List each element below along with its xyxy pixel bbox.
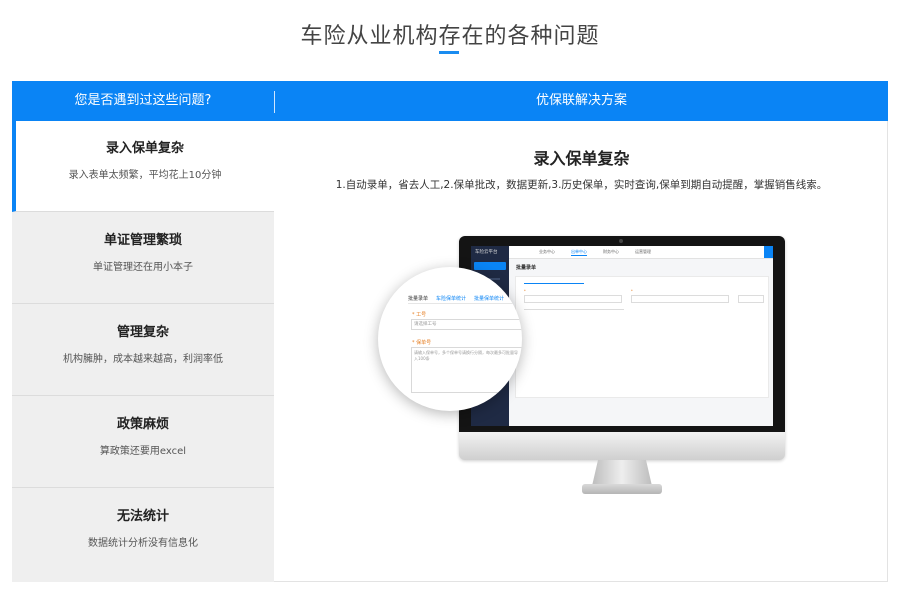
magnifier-tab: 批量录单 bbox=[408, 296, 429, 302]
sidebar-item-title: 无法统计 bbox=[116, 509, 169, 524]
screen-tab: 业务中心 bbox=[539, 249, 555, 254]
magnifier-field1-label: * 工号 bbox=[412, 312, 427, 318]
magnifier-field2-label: * 保单号 bbox=[412, 340, 432, 346]
screen-sidebar-button bbox=[474, 262, 506, 270]
screen-input bbox=[524, 295, 622, 303]
screen-page-title: 批量录单 bbox=[516, 265, 537, 271]
screen-tab: 运营管理 bbox=[635, 249, 651, 254]
monitor-chin bbox=[459, 432, 785, 460]
solution-title: 录入保单复杂 bbox=[533, 149, 630, 168]
screen-topbar: 业务中心 出单中心 财务中心 运营管理 bbox=[509, 246, 773, 259]
magnifier-tab: 车险保单统计 bbox=[436, 296, 467, 302]
screen-form-card: * * bbox=[515, 276, 769, 398]
screen-blue-line bbox=[524, 283, 584, 284]
sidebar-item-desc: 数据统计分析没有信息化 bbox=[88, 538, 198, 549]
sidebar-item-statistics[interactable]: 无法统计 数据统计分析没有信息化 bbox=[12, 489, 274, 580]
magnifier-tab: 批量保单统计 bbox=[474, 296, 505, 302]
magnifier-field1-placeholder: 请选择工号 bbox=[414, 322, 437, 327]
screen-corner-icon bbox=[764, 246, 773, 258]
screen-blue-line bbox=[524, 309, 624, 310]
magnifier-tabs: 批量录单 车险保单统计 批量保单统计 bbox=[408, 295, 512, 302]
sidebar-item-desc: 算政策还要用excel bbox=[99, 446, 187, 457]
screen-input bbox=[738, 295, 764, 303]
screen-tab: 财务中心 bbox=[603, 249, 619, 254]
header-left-label: 您是否遇到过这些问题? bbox=[74, 93, 212, 108]
screen-field-label: * bbox=[631, 289, 633, 293]
screen-field-label: * bbox=[524, 289, 526, 293]
header-bar: 您是否遇到过这些问题? 优保联解决方案 bbox=[12, 81, 888, 121]
problem-sidebar: 录入保单复杂 录入表单太频繁，平均花上10分钟 单证管理繁琐 单证管理还在用小本… bbox=[12, 121, 274, 582]
camera-icon bbox=[619, 239, 623, 243]
sidebar-item-entry[interactable]: 录入保单复杂 录入表单太频繁，平均花上10分钟 bbox=[12, 121, 274, 212]
sidebar-item-title: 管理复杂 bbox=[116, 325, 169, 340]
solution-desc: 1.自动录单，省去人工,2.保单批改，数据更新,3.历史保单，实时查询,保单到期… bbox=[335, 179, 828, 191]
sidebar-item-title: 录入保单复杂 bbox=[105, 141, 184, 156]
page-title: 车险从业机构存在的各种问题 bbox=[300, 24, 600, 49]
sidebar-item-management[interactable]: 管理复杂 机构臃肿，成本越来越高，利润率低 bbox=[12, 305, 274, 396]
magnifier-tab-divider bbox=[408, 303, 522, 304]
screen-tab-active: 出单中心 bbox=[571, 249, 587, 256]
magnifier-callout: 批量录单 车险保单统计 批量保单统计 * 工号 请选择工号 * 保单号 请输入保单号… bbox=[378, 267, 522, 411]
sidebar-item-policy[interactable]: 政策麻烦 算政策还要用excel bbox=[12, 397, 274, 488]
sidebar-item-title: 政策麻烦 bbox=[116, 417, 169, 432]
title-underline bbox=[439, 51, 459, 54]
monitor-stand bbox=[592, 460, 652, 486]
sidebar-item-desc: 单证管理还在用小本子 bbox=[93, 262, 193, 273]
sidebar-item-documents[interactable]: 单证管理繁琐 单证管理还在用小本子 bbox=[12, 213, 274, 304]
sidebar-item-title: 单证管理繁琐 bbox=[103, 233, 182, 248]
screen-brand: 车险云平台 bbox=[475, 250, 498, 255]
monitor-stand-foot bbox=[582, 484, 662, 494]
screen-input bbox=[631, 295, 729, 303]
header-right-label: 优保联解决方案 bbox=[535, 93, 627, 108]
sidebar-item-desc: 机构臃肿，成本越来越高，利润率低 bbox=[63, 354, 223, 365]
magnifier-field2-placeholder: 请输入保单号，多个保单号请换行分隔，每次最多可批量导入100条 bbox=[414, 350, 518, 361]
sidebar-item-desc: 录入表单太频繁，平均花上10分钟 bbox=[68, 170, 222, 181]
